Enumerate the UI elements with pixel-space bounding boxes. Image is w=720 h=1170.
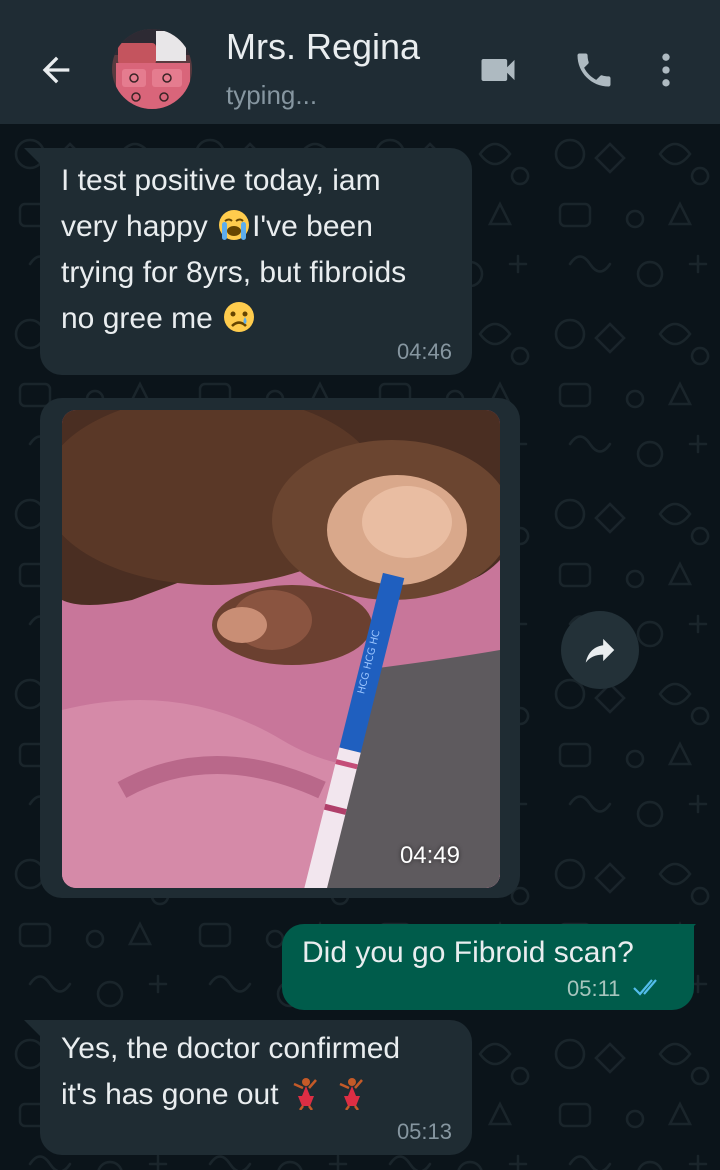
contact-name[interactable]: Mrs. Regina: [226, 26, 420, 68]
forward-icon: [585, 638, 615, 663]
phone-icon: [577, 53, 611, 87]
more-vertical-icon: [662, 53, 670, 87]
incoming-message-bubble[interactable]: Yes, the doctor confirmed it's has gone …: [40, 1020, 472, 1155]
message-text-line: trying for 8yrs, but fibroids: [61, 256, 407, 289]
back-button[interactable]: [28, 42, 84, 98]
message-text-line: it's has gone out: [61, 1072, 400, 1118]
message-time: 04:46: [396, 339, 452, 364]
read-receipt-icon: [633, 979, 657, 996]
dancer-emoji: [339, 1078, 363, 1110]
message-time: 05:13: [396, 1119, 452, 1144]
dancer-emoji: [293, 1078, 317, 1110]
forward-button[interactable]: [561, 611, 639, 689]
chat-screen: Mrs. Regina typing... I test positive to…: [0, 0, 720, 1170]
crying-face-emoji: [224, 302, 255, 332]
more-options-button[interactable]: [640, 44, 692, 96]
image-time: 04:49: [399, 842, 460, 869]
message-text-line: no gree me: [61, 296, 406, 342]
arrow-left-icon: [42, 56, 70, 84]
message-time: 05:11: [567, 976, 621, 1001]
voice-call-button[interactable]: [568, 44, 620, 96]
message-text: Did you go Fibroid scan?: [302, 936, 634, 969]
message-text-line: I test positive today, iam: [61, 164, 381, 197]
pregnancy-test-photo[interactable]: HCG HCG HC 04:49: [62, 410, 500, 888]
incoming-message-bubble[interactable]: I test positive today, iam very happy I'…: [40, 148, 472, 375]
video-camera-icon: [481, 59, 515, 81]
outgoing-message-bubble[interactable]: Did you go Fibroid scan? 05:11: [282, 924, 694, 1010]
message-text-line: very happy I've been: [61, 210, 373, 243]
video-call-button[interactable]: [472, 44, 524, 96]
chat-header: Mrs. Regina typing...: [0, 0, 720, 124]
contact-avatar[interactable]: [112, 29, 192, 109]
typing-status: typing...: [226, 80, 318, 110]
loudly-crying-face-emoji: [219, 210, 250, 240]
message-text-line: Yes, the doctor confirmed: [61, 1032, 401, 1065]
